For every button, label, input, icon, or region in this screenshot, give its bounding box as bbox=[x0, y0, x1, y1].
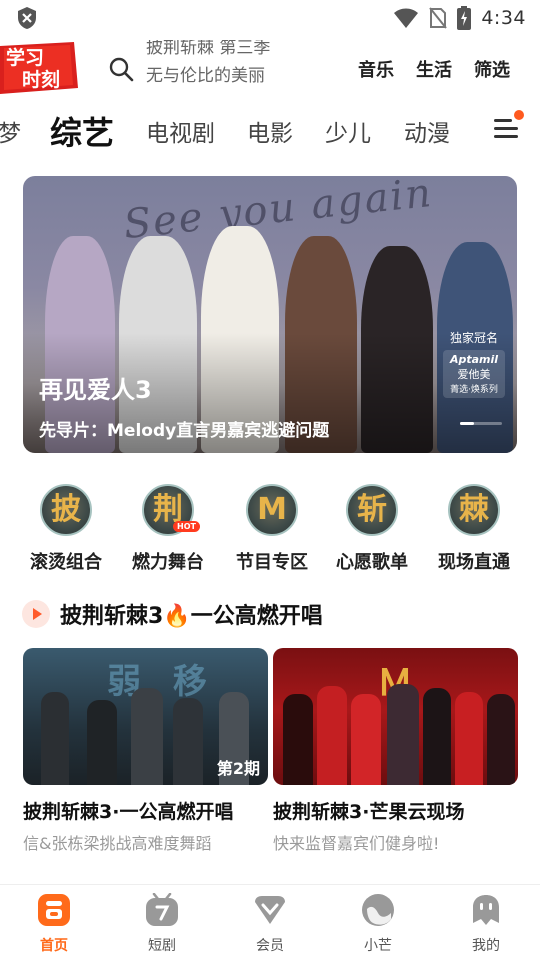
video-thumbnail: 弱 移 第2期 bbox=[23, 648, 268, 785]
hot-badge: HOT bbox=[173, 521, 200, 532]
life-link[interactable]: 生活 bbox=[416, 56, 452, 82]
profile-icon bbox=[473, 895, 499, 925]
music-link[interactable]: 音乐 bbox=[358, 56, 394, 82]
ji-emblem-icon: 棘 bbox=[448, 484, 500, 536]
nav-label: 小芒 bbox=[364, 938, 392, 954]
nav-label: 会员 bbox=[256, 938, 284, 954]
section-title: 披荆斩棘3🔥一公高燃开唱 bbox=[60, 604, 323, 629]
video-card[interactable]: 弱 移 第2期 披荆斩棘3·一公高燃开唱 信&张栋梁挑战高难度舞蹈 bbox=[23, 648, 268, 854]
sponsor-line: 菁选·焕系列 bbox=[450, 385, 498, 395]
card-title: 披荆斩棘3·一公高燃开唱 bbox=[23, 801, 234, 823]
svg-text:学习: 学习 bbox=[6, 46, 44, 69]
play-icon bbox=[22, 600, 50, 628]
sponsor-label: 独家冠名 bbox=[449, 331, 498, 345]
quick-link-label: 现场直通 bbox=[438, 552, 510, 573]
nav-label: 我的 bbox=[472, 938, 500, 954]
quick-link-label: 节目专区 bbox=[236, 552, 308, 573]
hero-banner[interactable]: See you again 再见爱人3 先导片：Melody直言男嘉宾逃避问题 … bbox=[23, 176, 517, 453]
tab-tv-series[interactable]: 电视剧 bbox=[146, 114, 215, 148]
nav-xiaomang[interactable]: 小芒 bbox=[338, 893, 418, 955]
filter-link[interactable]: 筛选 bbox=[474, 56, 510, 82]
card-subtitle: 信&张栋梁挑战高难度舞蹈 bbox=[23, 834, 212, 853]
app-logo[interactable]: 学习 时刻 bbox=[0, 42, 80, 94]
xiaomang-icon bbox=[362, 894, 394, 926]
video-card[interactable]: Ｍ 披荆斩棘3·芒果云现场 快来监督嘉宾们健身啦! bbox=[273, 648, 518, 854]
tab-dream[interactable]: 梦 bbox=[0, 114, 21, 148]
tab-kids[interactable]: 少儿 bbox=[325, 114, 371, 148]
nav-vip[interactable]: 会员 bbox=[230, 893, 310, 955]
nav-label: 首页 bbox=[40, 938, 68, 954]
top-header: 学习 时刻 披荆斩棘 第三季 无与伦比的美丽 音乐 生活 筛选 bbox=[0, 40, 540, 98]
quick-link-program-zone[interactable]: M 节目专区 bbox=[222, 478, 322, 574]
home-icon bbox=[38, 894, 70, 926]
svg-text:时刻: 时刻 bbox=[22, 68, 60, 91]
logo-emblem-icon: M bbox=[246, 484, 298, 536]
quick-link-stage[interactable]: 荆 HOT 燃力舞台 bbox=[118, 478, 218, 574]
tab-movie[interactable]: 电影 bbox=[247, 114, 293, 148]
nav-short-drama[interactable]: 短剧 bbox=[122, 892, 202, 955]
quick-link-wish-list[interactable]: 斩 心愿歌单 bbox=[322, 478, 422, 574]
jing-emblem-icon: 荆 HOT bbox=[142, 484, 200, 536]
quick-link-label: 滚烫组合 bbox=[30, 552, 102, 573]
nav-home[interactable]: 首页 bbox=[14, 893, 94, 955]
banner-title: 再见爱人3 bbox=[39, 376, 152, 404]
search-hint: 披荆斩棘 第三季 bbox=[146, 40, 271, 58]
quick-link-live[interactable]: 棘 现场直通 bbox=[424, 478, 524, 574]
pi-emblem-icon: 披 bbox=[40, 484, 92, 536]
bottom-nav: 首页 短剧 会员 小芒 我的 bbox=[0, 884, 540, 960]
tab-anime[interactable]: 动漫 bbox=[404, 114, 450, 148]
sponsor-badge: 独家冠名 Aptamil 爱他美 菁选·焕系列 bbox=[443, 329, 505, 398]
sponsor-brand: Aptamil 爱他美 菁选·焕系列 bbox=[443, 350, 505, 398]
status-bar: 4:34 bbox=[0, 0, 540, 36]
vip-icon bbox=[255, 896, 285, 924]
short-drama-icon bbox=[146, 892, 178, 926]
shield-icon bbox=[18, 7, 36, 29]
clock: 4:34 bbox=[481, 7, 526, 29]
section-header[interactable]: 披荆斩棘3🔥一公高燃开唱 bbox=[22, 598, 323, 630]
quick-link-label: 燃力舞台 bbox=[132, 552, 204, 573]
header-links: 音乐 生活 筛选 bbox=[358, 56, 510, 82]
episode-badge: 第2期 bbox=[216, 759, 260, 778]
search-hint-carousel[interactable]: 披荆斩棘 第三季 无与伦比的美丽 bbox=[146, 40, 306, 96]
card-subtitle: 快来监督嘉宾们健身啦! bbox=[273, 834, 440, 853]
tab-variety[interactable]: 综艺 bbox=[50, 108, 114, 154]
sponsor-brand-name: Aptamil bbox=[449, 353, 499, 366]
banner-page-indicator bbox=[460, 422, 502, 425]
zhan-emblem-icon: 斩 bbox=[346, 484, 398, 536]
card-title: 披荆斩棘3·芒果云现场 bbox=[273, 801, 465, 823]
nav-profile[interactable]: 我的 bbox=[446, 893, 526, 955]
quick-link-label: 心愿歌单 bbox=[336, 552, 408, 573]
search-icon[interactable] bbox=[108, 56, 134, 82]
sponsor-brand-cn: 爱他美 bbox=[457, 368, 491, 381]
notification-dot bbox=[514, 110, 524, 120]
search-hint: 无与伦比的美丽 bbox=[146, 66, 265, 86]
nav-label: 短剧 bbox=[148, 938, 176, 954]
channel-tabs: 梦 综艺 电视剧 电影 少儿 动漫 bbox=[0, 104, 540, 156]
banner-subtitle: 先导片：Melody直言男嘉宾逃避问题 bbox=[39, 421, 330, 441]
wifi-icon bbox=[394, 8, 419, 28]
quick-links: 披 滚烫组合 荆 HOT 燃力舞台 M 节目专区 斩 心愿歌单 棘 现场直通 bbox=[0, 478, 540, 578]
battery-charging-icon bbox=[457, 6, 472, 30]
video-thumbnail: Ｍ bbox=[273, 648, 518, 785]
quick-link-hot-group[interactable]: 披 滚烫组合 bbox=[16, 478, 116, 574]
no-sim-icon bbox=[429, 7, 448, 29]
